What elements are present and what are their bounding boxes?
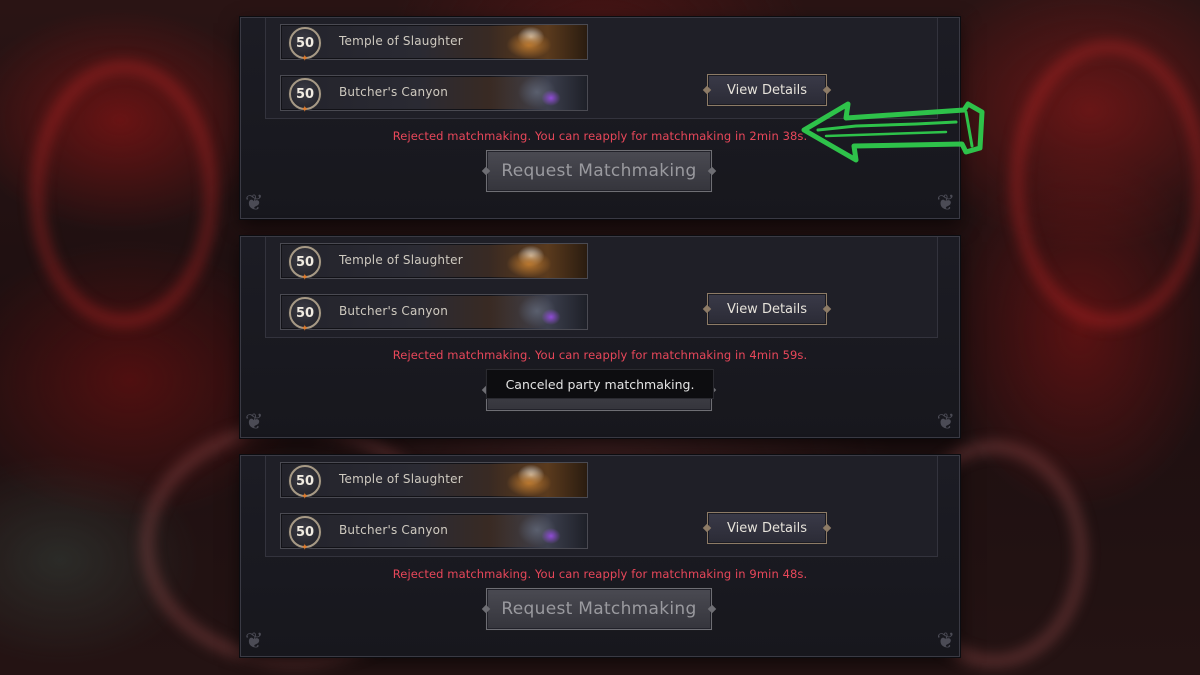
reject-message: Rejected matchmaking. You can reapply fo… (392, 567, 808, 581)
dungeon-row-butchers-canyon[interactable]: 50 Butcher's Canyon (280, 294, 588, 334)
request-matchmaking-button[interactable]: Request Matchmaking (486, 588, 712, 630)
request-matchmaking-button[interactable]: Request Matchmaking (486, 150, 712, 192)
corner-ornament-icon: ❦ (245, 629, 264, 654)
green-arrow-icon (801, 101, 985, 163)
level-badge: 50 (289, 78, 321, 115)
dungeon-list-box: 50 Temple of Slaughter 50 Butcher's Cany… (265, 237, 938, 338)
level-badge: 50 (289, 465, 321, 502)
dungeon-list-box: 50 Temple of Slaughter 50 Butcher's Cany… (265, 456, 938, 557)
dungeon-row-butchers-canyon[interactable]: 50 Butcher's Canyon (280, 75, 588, 115)
dungeon-row-temple-of-slaughter[interactable]: 50 Temple of Slaughter (280, 462, 588, 502)
corner-ornament-icon: ❦ (245, 191, 264, 216)
dungeon-name: Temple of Slaughter (339, 253, 463, 267)
level-badge: 50 (289, 516, 321, 553)
background-swirl (30, 60, 218, 328)
view-details-button[interactable]: View Details (707, 512, 827, 544)
matchmaking-panel-3: 50 Temple of Slaughter 50 Butcher's Cany… (240, 455, 960, 657)
lion-boss-art-icon (489, 244, 587, 278)
view-details-button[interactable]: View Details (707, 293, 827, 325)
level-badge: 50 (289, 27, 321, 64)
corner-ornament-icon: ❦ (936, 629, 955, 654)
dungeon-row-butchers-canyon[interactable]: 50 Butcher's Canyon (280, 513, 588, 553)
level-badge: 50 (289, 246, 321, 283)
lion-boss-art-icon (489, 463, 587, 497)
butcher-boss-art-icon (489, 295, 587, 329)
corner-ornament-icon: ❦ (245, 410, 264, 435)
lion-boss-art-icon (489, 25, 587, 59)
dungeon-name: Temple of Slaughter (339, 472, 463, 486)
dungeon-row-temple-of-slaughter[interactable]: 50 Temple of Slaughter (280, 243, 588, 283)
corner-ornament-icon: ❦ (936, 191, 955, 216)
level-badge: 50 (289, 297, 321, 334)
butcher-boss-art-icon (489, 514, 587, 548)
corner-ornament-icon: ❦ (936, 410, 955, 435)
butcher-boss-art-icon (489, 76, 587, 110)
dungeon-name: Butcher's Canyon (339, 304, 449, 318)
background-swirl (1010, 40, 1200, 328)
dungeon-name: Butcher's Canyon (339, 85, 449, 99)
reject-message: Rejected matchmaking. You can reapply fo… (392, 348, 808, 362)
toast-notification: Canceled party matchmaking. (486, 369, 714, 399)
dungeon-name: Temple of Slaughter (339, 34, 463, 48)
dungeon-row-temple-of-slaughter[interactable]: 50 Temple of Slaughter (280, 24, 588, 64)
matchmaking-panel-2: 50 Temple of Slaughter 50 Butcher's Cany… (240, 236, 960, 438)
dungeon-name: Butcher's Canyon (339, 523, 449, 537)
